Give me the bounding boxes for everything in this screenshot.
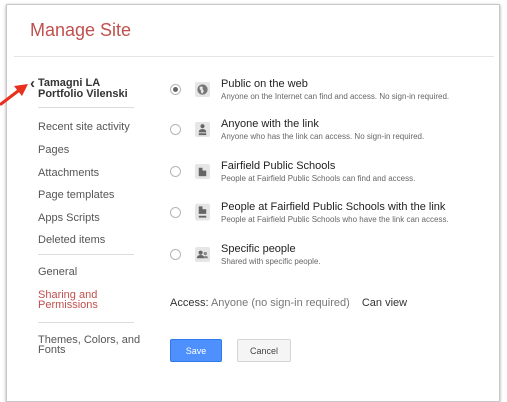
option-title: Public on the web — [221, 78, 308, 90]
option-description: People at Fairfield Public Schools who h… — [221, 215, 449, 224]
sidebar-divider — [38, 107, 134, 108]
radio-people-at-fairfield-with-link[interactable] — [170, 207, 181, 218]
sidebar-item-label: Permissions — [38, 299, 98, 311]
radio-public-on-the-web[interactable] — [170, 84, 181, 95]
option-description: People at Fairfield Public Schools can f… — [221, 174, 416, 183]
building-icon — [195, 164, 210, 179]
option-description: Shared with specific people. — [221, 257, 321, 266]
sidebar-item-page-templates[interactable]: Page templates — [38, 189, 114, 201]
option-title: People at Fairfield Public Schools with … — [221, 201, 446, 213]
site-name-line-2: Portfolio Vilenski — [38, 88, 128, 100]
person-link-icon — [195, 122, 210, 137]
option-title: Specific people — [221, 243, 296, 255]
sidebar-divider — [38, 254, 134, 255]
permission-dropdown[interactable]: Can view — [362, 297, 407, 309]
sidebar-item-general[interactable]: General — [38, 266, 77, 278]
chevron-left-icon: ‹ — [30, 75, 35, 92]
option-title: Anyone with the link — [221, 118, 319, 130]
page-title: Manage Site — [30, 20, 132, 40]
access-label: Access: — [170, 297, 209, 309]
people-icon — [195, 247, 210, 262]
option-description: Anyone who has the link can access. No s… — [221, 132, 425, 141]
save-button[interactable]: Save — [170, 339, 222, 362]
option-description: Anyone on the Internet can find and acce… — [221, 92, 450, 101]
sidebar-item-label: Fonts — [38, 344, 66, 356]
building-link-icon — [195, 203, 210, 221]
globe-icon — [195, 82, 210, 97]
cancel-button[interactable]: Cancel — [237, 339, 291, 362]
option-title: Fairfield Public Schools — [221, 160, 336, 172]
access-value: Anyone (no sign-in required) — [210, 297, 350, 309]
sidebar-item-attachments[interactable]: Attachments — [38, 167, 99, 179]
sidebar-item-apps-scripts[interactable]: Apps Scripts — [38, 212, 100, 224]
header-divider — [14, 56, 494, 57]
radio-fairfield-public-schools[interactable] — [170, 166, 181, 177]
sidebar-item-deleted-items[interactable]: Deleted items — [38, 234, 105, 246]
sidebar-divider — [38, 322, 134, 323]
annotation-arrow-icon — [0, 84, 28, 106]
sidebar-item-pages[interactable]: Pages — [38, 144, 69, 156]
sidebar-item-recent-site-activity[interactable]: Recent site activity — [38, 121, 130, 133]
radio-anyone-with-the-link[interactable] — [170, 124, 181, 135]
radio-specific-people[interactable] — [170, 249, 181, 260]
access-summary: Access: Anyone (no sign-in required) Can… — [170, 297, 407, 309]
